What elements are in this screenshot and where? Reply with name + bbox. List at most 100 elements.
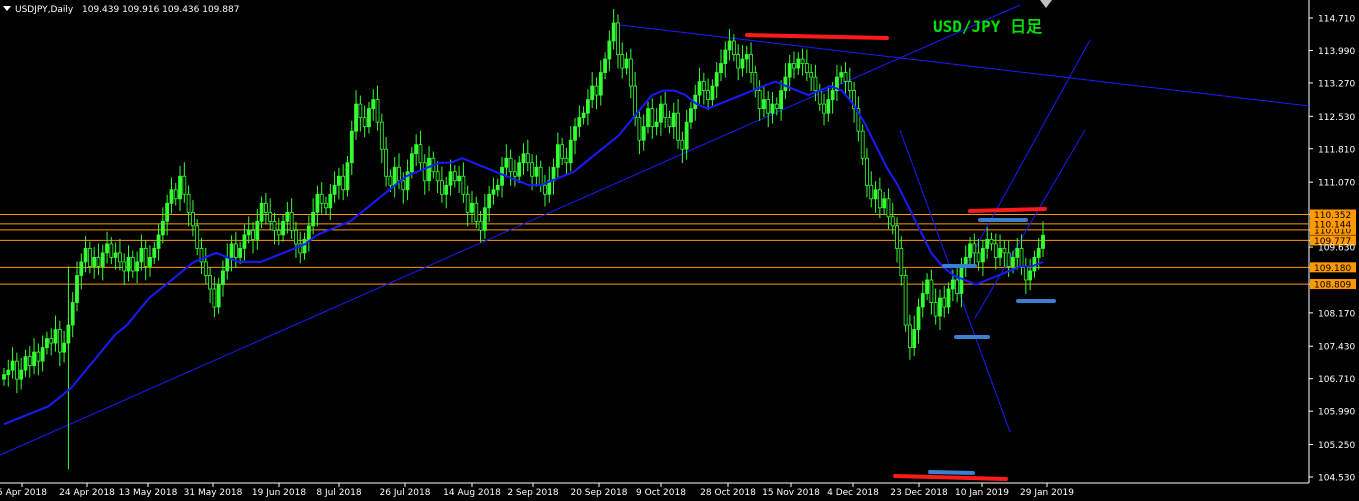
candle-body [100,252,105,267]
y-tick-label: 114.710 [1318,15,1355,25]
candle-body [92,257,97,267]
candle-body [19,369,24,380]
candle-body [504,157,509,168]
chart-background [0,0,1359,501]
candle-body [933,302,938,317]
candle-body [942,297,947,308]
candle-body [302,238,307,254]
candle-body [1002,248,1007,254]
candle-body [474,202,479,222]
candle-body [886,198,891,218]
overlay-title: USD/JPY 日足 [933,17,1043,36]
candle-body [332,184,337,195]
candle-body [465,193,470,213]
candle-body [753,72,758,91]
candle-body [362,117,367,128]
candle-body [130,257,135,272]
candle-body [1011,257,1015,267]
x-tick-label: 19 Jun 2018 [252,488,306,498]
candle-body [401,180,406,191]
candle-body [165,202,170,222]
candle-body [950,279,955,290]
candle-body [800,58,805,64]
candle-body [641,126,646,141]
candle-body [895,225,899,249]
x-tick-label: 5 Apr 2018 [0,488,47,498]
candle-body [49,338,54,344]
candle-body [122,261,127,272]
candle-body [607,40,612,60]
candle-body [534,166,539,177]
candle-body [517,162,522,177]
candle-body [680,139,685,150]
candle-body [379,121,384,150]
candle-body [774,103,779,110]
candle-body [354,103,358,132]
candle-body [830,90,835,101]
candle-body [968,243,972,258]
candle-body [281,220,285,236]
candle-body [744,54,749,60]
candle-body [53,329,58,344]
candle-body [358,103,363,119]
x-tick-label: 20 Sep 2018 [570,488,627,498]
candle-body [993,243,998,258]
candle-body [809,72,814,78]
candle-body [998,248,1002,258]
candle-body [676,112,680,141]
x-tick-label: 31 May 2018 [184,488,243,498]
candle-body [938,297,942,317]
candle-body [521,153,526,164]
candle-body [113,252,118,258]
y-tick-label: 111.810 [1318,145,1355,155]
candle-body [796,58,801,69]
candle-body [1006,252,1011,267]
candle-body [620,54,625,69]
candle-body [349,130,354,164]
y-tick-label: 105.990 [1318,408,1355,418]
candle-body [749,54,753,73]
x-tick-label: 29 Jan 2019 [1020,488,1074,498]
candle-body [208,275,212,290]
candle-body [2,374,6,380]
candle-body [32,351,36,367]
candle-body [723,49,728,64]
candle-body [495,184,500,191]
candle-body [62,342,67,353]
candle-body [513,171,517,177]
candle-body [246,229,251,236]
candle-body [152,248,157,258]
candle-body [946,288,951,308]
candle-body [508,157,513,173]
candle-body [233,243,238,258]
candle-body [392,166,397,186]
price-chart[interactable]: 114.710 113.990 113.270 112.530 111.810 111.0… [0,0,1359,501]
x-tick-label: 9 Oct 2018 [636,488,686,498]
x-tick-label: 8 Jul 2018 [316,488,361,498]
candle-body [311,211,316,227]
candle-body [371,99,376,110]
candle-body [650,108,655,128]
candle-body [242,234,247,249]
candle-body [388,175,393,186]
candle-body [491,189,496,195]
candle-body [577,117,582,128]
candle-body [109,243,114,258]
candle-body [418,144,423,164]
candle-body [306,225,311,240]
candle-body [976,252,981,263]
candle-body [598,72,603,96]
candle-body [1036,248,1041,258]
candle-body [903,275,908,326]
candle-body [882,198,887,209]
candle-body [221,270,225,285]
candle-body [1023,266,1028,281]
candle-body [263,202,268,213]
x-tick-label: 4 Dec 2018 [827,488,879,498]
candle-body [740,58,745,69]
price-badge-label: 108.809 [1314,281,1351,291]
candle-body [899,248,904,276]
candle-body [70,302,75,326]
x-tick-label: 23 Dec 2018 [890,488,948,498]
candle-body [564,157,569,164]
